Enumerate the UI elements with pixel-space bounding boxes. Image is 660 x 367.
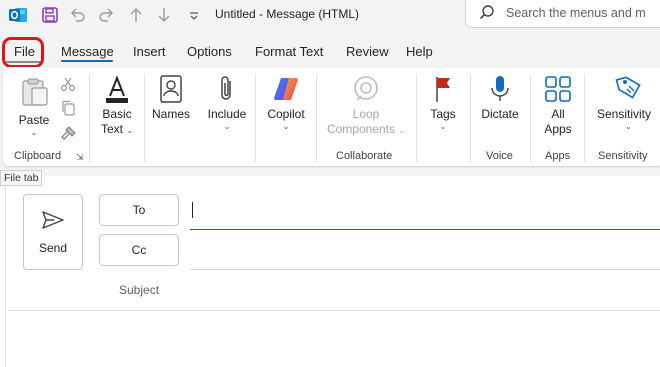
outlook-icon — [6, 4, 30, 26]
send-button[interactable]: Send — [23, 194, 83, 270]
chevron-down-icon: ⌄ — [625, 122, 632, 131]
scissors-icon — [60, 76, 76, 95]
tab-format-text[interactable]: Format Text — [255, 44, 323, 59]
active-tab-indicator — [61, 60, 113, 62]
names-label: Names — [151, 107, 190, 121]
copilot-icon — [271, 74, 301, 107]
format-painter-button[interactable] — [60, 125, 78, 144]
loop-components-button: Loop Components ⌄ — [322, 74, 410, 138]
sensitivity-group-label: Sensitivity — [598, 150, 648, 162]
tags-label: Tags — [430, 107, 456, 121]
separator — [416, 74, 417, 162]
dialog-launcher-icon[interactable]: ⇲ — [76, 152, 84, 163]
flag-icon — [431, 74, 455, 107]
sensitivity-button[interactable]: Sensitivity ⌄ — [597, 74, 657, 131]
all-apps-label-2: Apps — [544, 122, 572, 136]
names-button[interactable]: Names — [150, 74, 192, 122]
title-bar: Untitled - Message (HTML) Search the men… — [0, 0, 660, 32]
format-painter-icon — [60, 125, 78, 144]
collaborate-group-label: Collaborate — [336, 150, 393, 162]
loop-label-2: Components ⌄ — [326, 122, 406, 136]
chevron-down-icon: ⌄ — [30, 128, 38, 137]
clipboard-icon — [19, 76, 49, 109]
next-item-icon[interactable] — [152, 4, 176, 26]
to-field[interactable] — [190, 195, 660, 230]
include-button[interactable]: Include ⌄ — [205, 74, 249, 131]
loop-label-1: Loop — [352, 107, 380, 121]
apps-grid-icon — [544, 74, 572, 107]
cut-button[interactable] — [60, 76, 76, 95]
chevron-down-icon: ⌄ — [282, 122, 290, 131]
search-input[interactable]: Search the menus and m — [506, 6, 646, 20]
subject-label[interactable]: Subject — [119, 283, 159, 297]
cc-field[interactable] — [190, 235, 660, 270]
send-icon — [41, 210, 65, 233]
chevron-down-icon: ⌄ — [223, 122, 231, 131]
paperclip-icon — [215, 74, 239, 107]
tab-message[interactable]: Message — [61, 44, 114, 59]
all-apps-label-1: All — [551, 107, 565, 121]
search-icon — [478, 4, 496, 25]
tab-review[interactable]: Review — [346, 44, 389, 59]
loop-icon — [351, 74, 381, 107]
dictate-button[interactable]: Dictate — [478, 74, 522, 122]
clipboard-group-label: Clipboard — [14, 150, 62, 162]
copy-icon — [60, 100, 76, 119]
tab-options[interactable]: Options — [187, 44, 232, 59]
copilot-button[interactable]: Copilot ⌄ — [263, 74, 309, 131]
undo-icon[interactable] — [66, 4, 90, 26]
apps-group-label: Apps — [545, 150, 571, 162]
search-box[interactable]: Search the menus and m — [465, 0, 660, 28]
sensitivity-label: Sensitivity — [597, 107, 652, 121]
separator — [316, 74, 317, 162]
chevron-down-icon: ⌄ — [439, 122, 447, 131]
separator — [255, 74, 256, 162]
font-color-icon — [102, 74, 132, 107]
dictate-label: Dictate — [481, 107, 519, 121]
paste-label: Paste — [18, 113, 50, 127]
file-tab-tooltip: File tab — [0, 170, 43, 186]
compose-border — [5, 176, 6, 367]
text-cursor — [192, 202, 193, 218]
redo-icon[interactable] — [94, 4, 118, 26]
separator — [470, 74, 471, 162]
all-apps-button[interactable]: All Apps — [540, 74, 576, 137]
to-button[interactable]: To — [99, 194, 179, 226]
send-label: Send — [38, 240, 68, 255]
separator — [584, 74, 585, 162]
separator — [144, 74, 145, 162]
separator — [530, 74, 531, 162]
copy-button[interactable] — [60, 100, 76, 119]
copilot-label: Copilot — [267, 107, 305, 121]
microphone-icon — [488, 74, 512, 107]
tab-help[interactable]: Help — [406, 44, 433, 59]
address-book-icon — [157, 74, 185, 107]
subject-field-divider — [8, 310, 660, 311]
basic-text-label-1: Basic — [102, 107, 132, 121]
basic-text-label-2: Text ⌄ — [100, 122, 134, 136]
separator — [89, 74, 90, 162]
customize-toolbar-icon[interactable] — [182, 4, 206, 26]
basic-text-button[interactable]: Basic Text ⌄ — [98, 74, 136, 138]
previous-item-icon[interactable] — [124, 4, 148, 26]
sensitivity-tag-icon — [615, 74, 643, 107]
file-tab-highlight — [2, 37, 44, 68]
tags-button[interactable]: Tags ⌄ — [425, 74, 461, 131]
tab-insert[interactable]: Insert — [133, 44, 166, 59]
cc-button[interactable]: Cc — [99, 234, 179, 266]
voice-group-label: Voice — [486, 150, 513, 162]
paste-button[interactable]: Paste ⌄ — [16, 76, 52, 137]
window-title: Untitled - Message (HTML) — [215, 7, 360, 21]
include-label: Include — [207, 107, 247, 121]
save-icon[interactable] — [38, 4, 62, 26]
